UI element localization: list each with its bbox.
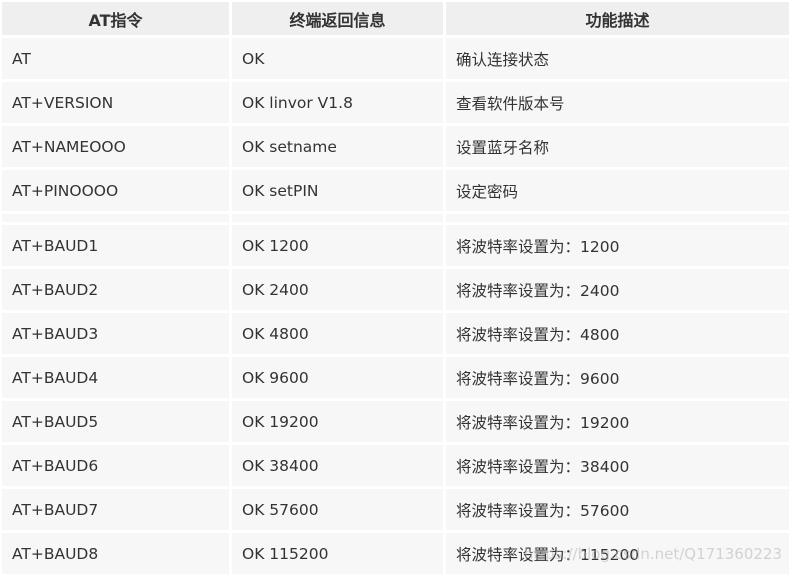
cell-response: OK 38400 (232, 445, 443, 486)
cell-command: AT+BAUD3 (2, 313, 229, 354)
cell-description: 将波特率设置为：4800 (446, 313, 789, 354)
table-row: AT+BAUD7 OK 57600 将波特率设置为：57600 (2, 489, 789, 530)
empty-cell (2, 214, 229, 222)
cell-description: 将波特率设置为：9600 (446, 357, 789, 398)
cell-description: 将波特率设置为：57600 (446, 489, 789, 530)
cell-response: OK 2400 (232, 269, 443, 310)
empty-cell (446, 214, 789, 222)
table-row: AT+BAUD3 OK 4800 将波特率设置为：4800 (2, 313, 789, 354)
cell-response: OK 9600 (232, 357, 443, 398)
cell-command: AT+PINOOOO (2, 170, 229, 211)
cell-response: OK 4800 (232, 313, 443, 354)
table-row: AT+BAUD5 OK 19200 将波特率设置为：19200 (2, 401, 789, 442)
cell-description: 将波特率设置为：38400 (446, 445, 789, 486)
at-command-table: AT指令 终端返回信息 功能描述 AT OK 确认连接状态 AT+VERSION… (0, 0, 792, 577)
cell-command: AT+BAUD1 (2, 225, 229, 266)
empty-spacer-row (2, 214, 789, 222)
table-row: AT+BAUD6 OK 38400 将波特率设置为：38400 (2, 445, 789, 486)
header-function-description: 功能描述 (446, 2, 789, 35)
table-body: AT OK 确认连接状态 AT+VERSION OK linvor V1.8 查… (2, 38, 789, 574)
cell-description: 查看软件版本号 (446, 82, 789, 123)
cell-description: 确认连接状态 (446, 38, 789, 79)
cell-command: AT+BAUD4 (2, 357, 229, 398)
cell-command: AT+BAUD6 (2, 445, 229, 486)
cell-response: OK 57600 (232, 489, 443, 530)
table-row: AT+BAUD1 OK 1200 将波特率设置为：1200 (2, 225, 789, 266)
header-at-command: AT指令 (2, 2, 229, 35)
cell-response: OK 1200 (232, 225, 443, 266)
cell-description: 将波特率设置为：19200 (446, 401, 789, 442)
cell-description: 将波特率设置为：2400 (446, 269, 789, 310)
header-terminal-response: 终端返回信息 (232, 2, 443, 35)
cell-response: OK 115200 (232, 533, 443, 574)
cell-response: OK setPIN (232, 170, 443, 211)
table-header: AT指令 终端返回信息 功能描述 (2, 2, 789, 35)
cell-command: AT+BAUD7 (2, 489, 229, 530)
cell-description: 设定密码 (446, 170, 789, 211)
table-row: AT OK 确认连接状态 (2, 38, 789, 79)
cell-command: AT+NAMEOOO (2, 126, 229, 167)
cell-command: AT+BAUD5 (2, 401, 229, 442)
cell-description: 将波特率设置为：1200 (446, 225, 789, 266)
table-row: AT+BAUD2 OK 2400 将波特率设置为：2400 (2, 269, 789, 310)
table-row: AT+VERSION OK linvor V1.8 查看软件版本号 (2, 82, 789, 123)
cell-command: AT (2, 38, 229, 79)
cell-description: 设置蓝牙名称 (446, 126, 789, 167)
cell-command: AT+VERSION (2, 82, 229, 123)
cell-response: OK 19200 (232, 401, 443, 442)
cell-command: AT+BAUD8 (2, 533, 229, 574)
table-row: AT+BAUD8 OK 115200 将波特率设置为：115200 (2, 533, 789, 574)
cell-response: OK setname (232, 126, 443, 167)
cell-description: 将波特率设置为：115200 (446, 533, 789, 574)
cell-command: AT+BAUD2 (2, 269, 229, 310)
cell-response: OK (232, 38, 443, 79)
empty-cell (232, 214, 443, 222)
table-row: AT+PINOOOO OK setPIN 设定密码 (2, 170, 789, 211)
table-row: AT+NAMEOOO OK setname 设置蓝牙名称 (2, 126, 789, 167)
header-row: AT指令 终端返回信息 功能描述 (2, 2, 789, 35)
cell-response: OK linvor V1.8 (232, 82, 443, 123)
table-row: AT+BAUD4 OK 9600 将波特率设置为：9600 (2, 357, 789, 398)
